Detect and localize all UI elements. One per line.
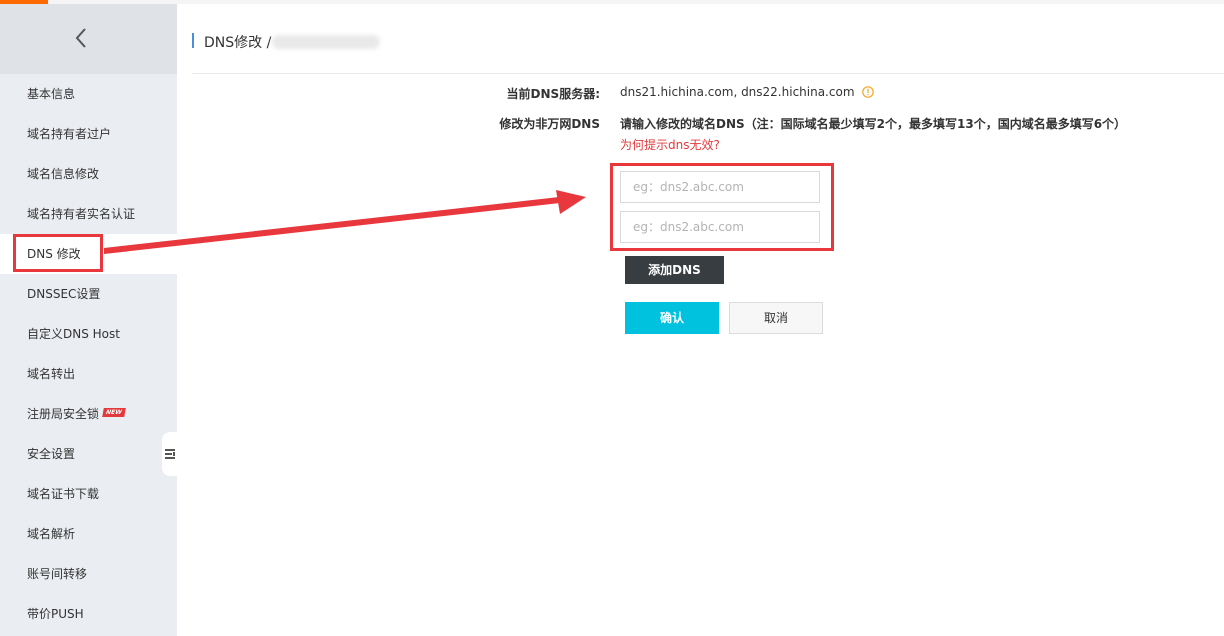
sidebar-item[interactable]: 域名持有者过户: [0, 114, 177, 154]
sidebar-item-label: DNSSEC设置: [27, 287, 101, 301]
sidebar-item[interactable]: 域名持有者实名认证: [0, 194, 177, 234]
sidebar-item-label: 域名转出: [27, 367, 76, 381]
sidebar-item[interactable]: 账号间转移: [0, 554, 177, 594]
cancel-button[interactable]: 取消: [729, 302, 823, 334]
sidebar-item-label: 域名持有者实名认证: [27, 207, 136, 221]
sidebar-item[interactable]: DNS 修改: [0, 234, 177, 274]
sidebar-item-label: 账号间转移: [27, 567, 88, 581]
modify-dns-label: 修改为非万网DNS: [499, 117, 600, 131]
dns-input-1[interactable]: [620, 171, 820, 203]
back-button[interactable]: [0, 4, 177, 74]
sidebar-item-label: 带价PUSH: [27, 607, 84, 621]
collapse-sidebar-toggle[interactable]: [162, 432, 177, 476]
sidebar-item[interactable]: 域名信息修改: [0, 154, 177, 194]
sidebar-item-label: 基本信息: [27, 87, 76, 101]
redacted-domain: [272, 35, 380, 49]
sidebar-item[interactable]: 带价PUSH: [0, 594, 177, 634]
sidebar-item-label: 域名信息修改: [27, 167, 100, 181]
sidebar-item[interactable]: 基本信息: [0, 74, 177, 114]
page-title: DNS修改 /: [204, 35, 272, 51]
invalid-dns-help-link[interactable]: 为何提示dns无效?: [620, 136, 720, 153]
sidebar-item[interactable]: 注册局安全锁 NEW: [0, 394, 177, 434]
current-dns-label: 当前DNS服务器:: [506, 87, 600, 101]
sidebar-item[interactable]: 域名解析: [0, 514, 177, 554]
warning-icon[interactable]: [862, 85, 875, 98]
chevron-left-icon: [75, 28, 86, 48]
dns-hint-text: 请输入修改的域名DNS（注：国际域名最少填写2个，最多填写13个，国内域名最多填…: [620, 117, 1127, 131]
sidebar-item-label: DNS 修改: [27, 247, 81, 261]
annotation-arrow: [104, 190, 586, 254]
sidebar-item[interactable]: 域名证书下载: [0, 474, 177, 514]
sidebar-item-label: 安全设置: [27, 447, 76, 461]
header-accent: [192, 33, 194, 48]
current-dns-value: dns21.hichina.com, dns22.hichina.com: [620, 85, 855, 99]
sidebar-item[interactable]: DNSSEC设置: [0, 274, 177, 314]
new-badge: NEW: [102, 408, 126, 417]
add-dns-button[interactable]: 添加DNS: [625, 256, 724, 284]
top-bar: [48, 0, 1224, 4]
sidebar-item[interactable]: 自定义DNS Host: [0, 314, 177, 354]
dns-input-2[interactable]: [620, 211, 820, 243]
sidebar-item[interactable]: 域名转出: [0, 354, 177, 394]
current-dns-value-row: dns21.hichina.com, dns22.hichina.com: [620, 85, 875, 99]
sidebar-item-label: 域名解析: [27, 527, 76, 541]
sidebar-item-label: 域名持有者过户: [27, 127, 112, 141]
sidebar-item[interactable]: 安全设置: [0, 434, 177, 474]
header-divider: [192, 73, 1224, 74]
sidebar: 基本信息域名持有者过户 域名信息修改域名持有者实名认证 DNS 修改 DNSSEC设置…: [0, 4, 177, 636]
sidebar-item-label: 自定义DNS Host: [27, 327, 120, 341]
collapse-sidebar-icon: [165, 449, 175, 459]
confirm-button[interactable]: 确认: [625, 302, 719, 334]
sidebar-item-label: 注册局安全锁: [27, 407, 100, 421]
sidebar-item-label: 域名证书下载: [27, 487, 100, 501]
